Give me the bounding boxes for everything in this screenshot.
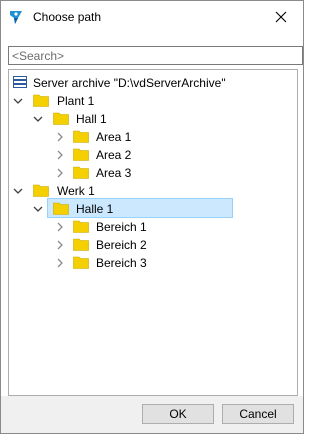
tree-node-label: Area 2 [96,148,132,162]
ok-button[interactable]: OK [142,404,214,424]
close-button[interactable] [259,1,303,33]
folder-icon [33,94,49,107]
folder-icon [73,130,89,143]
title-bar: Choose path [1,1,303,33]
tree-node-label: Bereich 3 [96,256,147,270]
folder-icon [73,238,89,251]
tree-node-label: Werk 1 [57,184,95,198]
choose-path-dialog: Choose path Server archive "D:\vdServerA… [0,0,304,434]
tree-node-area-1[interactable]: Area 1 [51,128,251,146]
chevron-down-icon[interactable] [33,114,43,124]
app-logo-icon [10,11,22,24]
tree-node-label: Bereich 1 [96,220,147,234]
chevron-right-icon[interactable] [55,168,65,178]
tree-node-plant-1[interactable]: Plant 1 [11,92,211,110]
tree-node-label: Halle 1 [76,202,114,216]
chevron-right-icon[interactable] [55,150,65,160]
chevron-right-icon[interactable] [55,240,65,250]
dialog-footer: OK Cancel [1,396,303,433]
folder-icon [73,256,89,269]
server-archive-icon [13,76,27,88]
tree-node-bereich-1[interactable]: Bereich 1 [51,218,251,236]
folder-icon [53,202,69,215]
folder-icon [33,184,49,197]
tree-node-area-3[interactable]: Area 3 [51,164,251,182]
dialog-title: Choose path [33,10,102,24]
chevron-right-icon[interactable] [55,258,65,268]
cancel-button[interactable]: Cancel [222,404,294,424]
tree-node-area-2[interactable]: Area 2 [51,146,251,164]
search-input[interactable] [8,46,303,65]
tree-node-halle-1[interactable]: Halle 1 [31,200,231,218]
chevron-right-icon[interactable] [55,132,65,142]
tree-node-label: Area 1 [96,130,132,144]
tree-node-bereich-3[interactable]: Bereich 3 [51,254,251,272]
close-icon [275,11,287,23]
chevron-down-icon[interactable] [33,204,43,214]
folder-icon [73,220,89,233]
folder-icon [53,112,69,125]
tree-node-label: Plant 1 [57,94,95,108]
folder-icon [73,166,89,179]
path-tree[interactable]: Server archive "D:\vdServerArchive" Plan… [8,69,298,396]
folder-icon [73,148,89,161]
tree-node-label: Area 3 [96,166,132,180]
chevron-down-icon[interactable] [13,186,23,196]
tree-node-hall-1[interactable]: Hall 1 [31,110,231,128]
tree-node-label: Hall 1 [76,112,107,126]
tree-node-bereich-2[interactable]: Bereich 2 [51,236,251,254]
tree-node-label: Bereich 2 [96,238,147,252]
tree-root[interactable]: Server archive "D:\vdServerArchive" [13,74,283,92]
tree-root-label: Server archive "D:\vdServerArchive" [33,76,226,90]
chevron-down-icon[interactable] [13,96,23,106]
chevron-right-icon[interactable] [55,222,65,232]
